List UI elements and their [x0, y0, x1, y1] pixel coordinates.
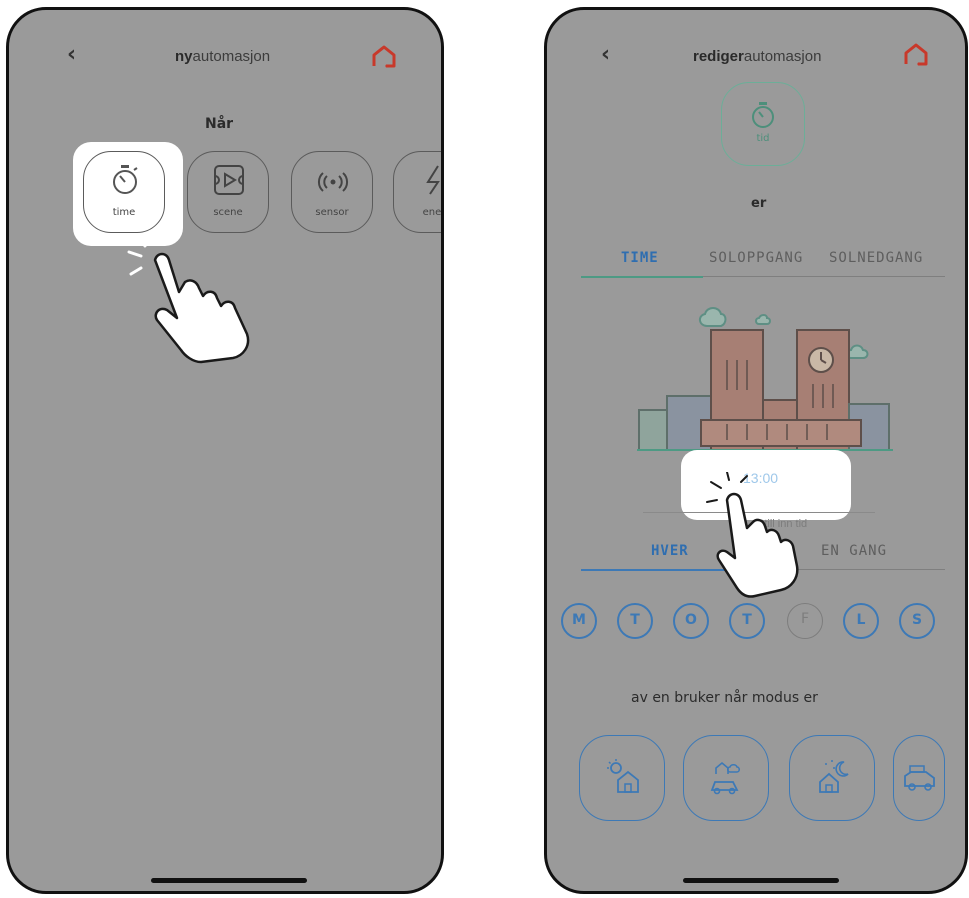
back-button[interactable]: ‹ — [601, 42, 610, 67]
signal-waves-icon — [317, 172, 349, 192]
time-type-tabs: TIME SOLOPPGANG SOLNEDGANG — [581, 250, 945, 280]
selected-trigger-tile[interactable]: tid — [721, 82, 805, 166]
trigger-label: scene — [213, 207, 243, 218]
page-title-bold: ny — [175, 48, 193, 65]
back-button[interactable]: ‹ — [67, 42, 76, 67]
selected-trigger-label: tid — [756, 133, 770, 144]
stopwatch-icon — [113, 165, 138, 194]
tab-sunset[interactable]: SOLNEDGANG — [829, 250, 923, 266]
mode-tile-away[interactable] — [683, 735, 769, 821]
connector-label: er — [751, 196, 767, 211]
stopwatch-icon — [752, 102, 774, 128]
right-phone-screen: ‹ redigerautomasjon tid er TIME SOLOPPGA… — [544, 7, 968, 894]
tab-underline — [703, 276, 945, 277]
left-phone-screen: ‹ nyautomasjon Når time scene sensor ene… — [6, 7, 444, 894]
day-toggle[interactable]: L — [843, 603, 879, 639]
home-logo-icon[interactable] — [903, 42, 929, 68]
away-car-icon — [710, 761, 740, 795]
vacation-car-icon — [904, 765, 935, 791]
tab-once[interactable]: EN GANG — [821, 543, 887, 559]
day-toggle[interactable]: T — [617, 603, 653, 639]
trigger-label: ener — [422, 207, 444, 218]
home-indicator[interactable] — [151, 878, 307, 883]
tab-sunrise[interactable]: SOLOPPGANG — [709, 250, 803, 266]
day-toggle[interactable]: O — [673, 603, 709, 639]
film-frame-icon — [214, 165, 244, 195]
trigger-tile-energy[interactable]: ener — [393, 151, 444, 233]
page-title-bold: rediger — [693, 48, 744, 65]
tab-every[interactable]: HVER — [651, 543, 689, 559]
lightning-icon — [426, 165, 440, 195]
day-toggle[interactable]: M — [561, 603, 597, 639]
mode-tile-day[interactable] — [579, 735, 665, 821]
trigger-tile-time[interactable]: time — [83, 151, 165, 233]
home-indicator[interactable] — [683, 878, 839, 883]
trigger-label: time — [112, 207, 136, 218]
page-title-rest: automasjon — [192, 48, 271, 65]
day-toggle[interactable]: F — [787, 603, 823, 639]
mode-tile-vacation[interactable] — [893, 735, 945, 821]
page-title: redigerautomasjon — [693, 48, 821, 65]
trigger-tile-sensor[interactable]: sensor — [291, 151, 373, 233]
day-toggle[interactable]: T — [729, 603, 765, 639]
day-toggle[interactable]: S — [899, 603, 935, 639]
tab-time[interactable]: TIME — [621, 250, 659, 266]
tap-hand-icon — [127, 234, 250, 364]
home-logo-icon[interactable] — [371, 44, 397, 70]
tab-active-underline — [581, 276, 703, 278]
tap-hand-icon — [706, 472, 799, 598]
trigger-tile-scene[interactable]: scene — [187, 151, 269, 233]
city-hall-illustration — [637, 307, 893, 451]
trigger-label: sensor — [315, 207, 349, 218]
page-title: nyautomasjon — [175, 48, 270, 65]
section-label-when: Når — [205, 116, 234, 132]
page-title-rest: automasjon — [743, 48, 822, 65]
mode-tile-night[interactable] — [789, 735, 875, 821]
night-home-icon — [819, 760, 849, 793]
day-home-icon — [607, 759, 639, 793]
mode-label: av en bruker når modus er — [631, 690, 818, 706]
